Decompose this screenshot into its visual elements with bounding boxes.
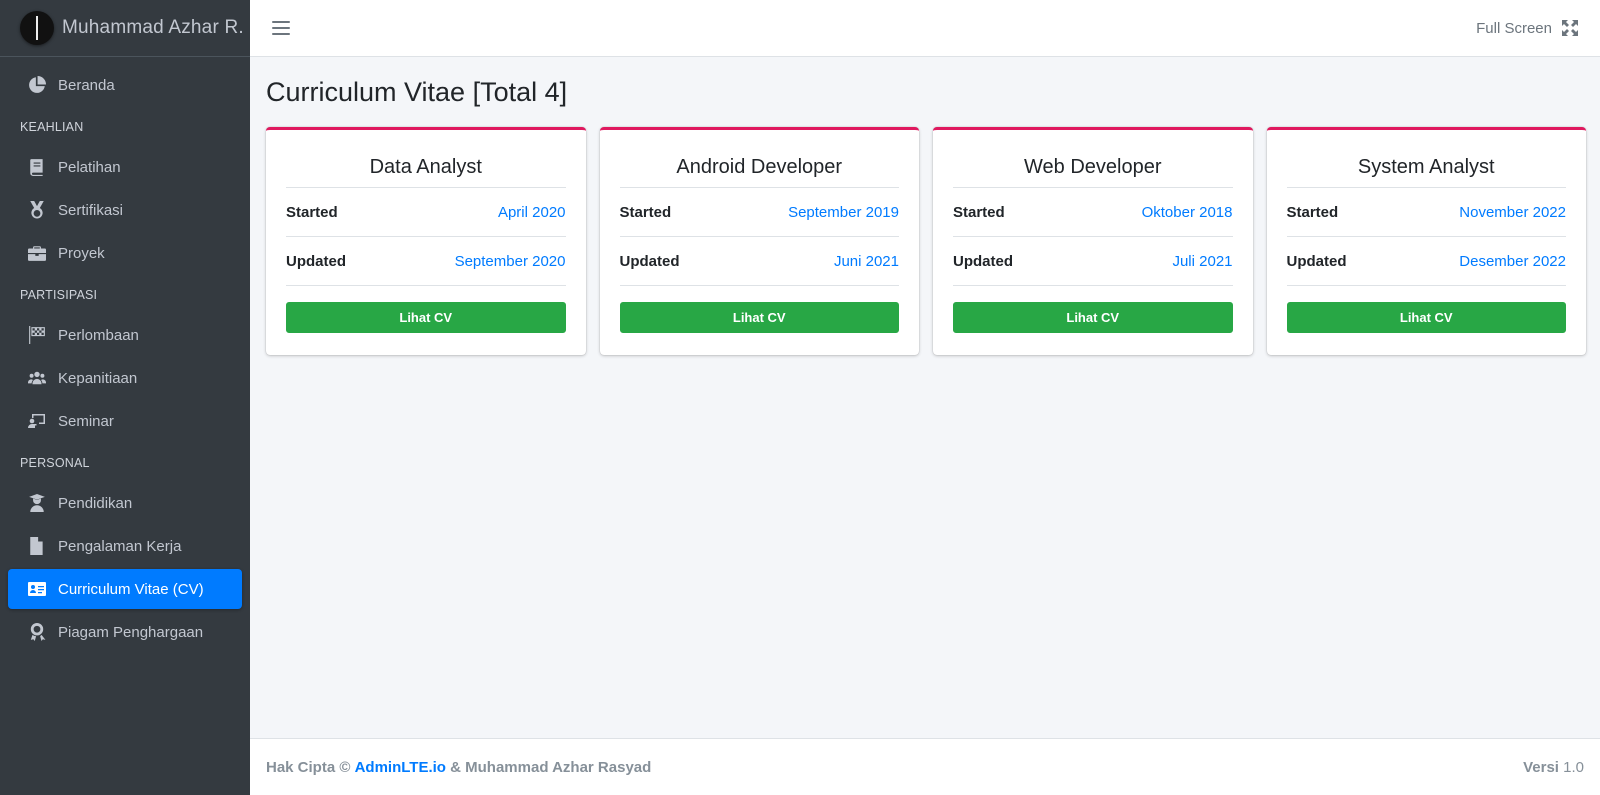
started-label: Started <box>953 203 1005 221</box>
cv-card-list: Data Analyst Started April 2020 Updated … <box>266 127 1586 355</box>
cv-card-title: Android Developer <box>619 130 899 188</box>
cv-card-title: Data Analyst <box>286 130 566 188</box>
nav-header-keahlian: KEAHLIAN <box>20 120 84 134</box>
expand-arrows-icon <box>1562 20 1578 36</box>
started-value: September 2019 <box>788 203 899 221</box>
book-icon <box>26 158 48 176</box>
user-graduate-icon <box>26 494 48 512</box>
updated-label: Updated <box>953 252 1013 270</box>
adminlte-link[interactable]: AdminLTE.io <box>355 759 446 776</box>
sidebar-item-label: Seminar <box>58 412 114 430</box>
version-info: Versi 1.0 <box>1523 759 1584 776</box>
sidebar-item-label: Curriculum Vitae (CV) <box>58 580 204 598</box>
sidebar-item-pendidikan[interactable]: Pendidikan <box>8 483 242 523</box>
sidebar-item-label: Proyek <box>58 244 105 262</box>
started-value: Oktober 2018 <box>1141 203 1233 221</box>
copyright-owner: & Muhammad Azhar Rasyad <box>450 758 652 776</box>
updated-value: September 2020 <box>454 252 566 270</box>
sidebar-item-label: Kepanitiaan <box>58 369 138 387</box>
brand-link[interactable]: Muhammad Azhar R. <box>0 0 250 57</box>
sidebar-item-beranda[interactable]: Beranda <box>8 65 242 105</box>
fullscreen-button[interactable]: Full Screen <box>1476 20 1578 37</box>
lihat-cv-button[interactable]: Lihat CV <box>619 302 899 333</box>
award-icon <box>26 623 48 641</box>
fullscreen-label: Full Screen <box>1476 19 1552 37</box>
footer: Hak Cipta © AdminLTE.io & Muhammad Azhar… <box>250 738 1600 795</box>
flag-checkered-icon <box>26 326 48 344</box>
sidebar-item-piagam[interactable]: Piagam Penghargaan <box>8 612 242 652</box>
version-number: 1.0 <box>1563 758 1584 776</box>
chart-pie-icon <box>26 76 48 94</box>
started-label: Started <box>286 203 338 221</box>
sidebar-item-proyek[interactable]: Proyek <box>8 233 242 273</box>
sidebar-item-perlombaan[interactable]: Perlombaan <box>8 315 242 355</box>
chalkboard-teacher-icon <box>26 412 48 430</box>
started-value: April 2020 <box>497 203 566 221</box>
sidebar-item-label: Beranda <box>58 76 115 94</box>
sidebar: Muhammad Azhar R. Beranda KEAHLIAN Pelat… <box>0 0 250 795</box>
cv-card-title: Web Developer <box>953 130 1233 188</box>
brand-name: Muhammad Azhar R. <box>62 17 244 38</box>
copyright-prefix: Hak Cipta © <box>266 758 351 776</box>
sidebar-item-label: Perlombaan <box>58 326 139 344</box>
updated-label: Updated <box>1286 252 1347 270</box>
updated-value: Juni 2021 <box>833 252 899 270</box>
lihat-cv-button[interactable]: Lihat CV <box>286 302 566 333</box>
page-title: Curriculum Vitae [Total 4] <box>266 77 568 107</box>
cv-card-title: System Analyst <box>1286 130 1566 188</box>
menu-toggle-icon[interactable] <box>272 21 290 35</box>
sidebar-item-pengalaman-kerja[interactable]: Pengalaman Kerja <box>8 526 242 566</box>
started-label: Started <box>619 203 672 221</box>
cv-card: Android Developer Started September 2019… <box>599 127 919 355</box>
updated-row: Updated Juni 2021 <box>619 237 899 286</box>
brand-logo <box>20 11 54 45</box>
started-row: Started November 2022 <box>1286 188 1566 237</box>
lihat-cv-button[interactable]: Lihat CV <box>1286 302 1566 333</box>
medal-icon <box>26 201 48 219</box>
nav-header-personal: PERSONAL <box>20 456 90 470</box>
sidebar-item-seminar[interactable]: Seminar <box>8 401 242 441</box>
updated-label: Updated <box>286 252 346 270</box>
nav-header-partisipasi: PARTISIPASI <box>20 288 98 302</box>
updated-row: Updated Desember 2022 <box>1286 237 1566 286</box>
sidebar-item-label: Pendidikan <box>58 494 133 512</box>
lihat-cv-button[interactable]: Lihat CV <box>953 302 1233 333</box>
updated-value: Juli 2021 <box>1172 252 1233 270</box>
updated-label: Updated <box>619 252 680 270</box>
top-navbar: Full Screen <box>250 0 1600 57</box>
copyright: Hak Cipta © AdminLTE.io & Muhammad Azhar… <box>266 759 651 776</box>
sidebar-item-sertifikasi[interactable]: Sertifikasi <box>8 190 242 230</box>
users-icon <box>26 369 48 387</box>
started-label: Started <box>1286 203 1339 221</box>
started-value: November 2022 <box>1459 203 1566 221</box>
started-row: Started Oktober 2018 <box>953 188 1233 237</box>
sidebar-item-curriculum-vitae[interactable]: Curriculum Vitae (CV) <box>8 569 242 609</box>
cv-card: Data Analyst Started April 2020 Updated … <box>266 127 586 355</box>
cv-card: Web Developer Started Oktober 2018 Updat… <box>933 127 1253 355</box>
main-content: Curriculum Vitae [Total 4] Data Analyst … <box>266 57 1586 355</box>
id-card-icon <box>26 580 48 598</box>
sidebar-item-kepanitiaan[interactable]: Kepanitiaan <box>8 358 242 398</box>
updated-value: Desember 2022 <box>1459 252 1566 270</box>
sidebar-nav: Beranda KEAHLIAN Pelatihan Sertifikasi P… <box>0 57 250 663</box>
updated-row: Updated September 2020 <box>286 237 566 286</box>
sidebar-item-label: Pengalaman Kerja <box>58 537 182 555</box>
updated-row: Updated Juli 2021 <box>953 237 1233 286</box>
sidebar-item-pelatihan[interactable]: Pelatihan <box>8 147 242 187</box>
started-row: Started September 2019 <box>619 188 899 237</box>
sidebar-item-label: Pelatihan <box>58 158 121 176</box>
cv-card: System Analyst Started November 2022 Upd… <box>1266 127 1586 355</box>
file-signature-icon <box>26 537 48 555</box>
sidebar-item-label: Piagam Penghargaan <box>58 623 204 641</box>
sidebar-item-label: Sertifikasi <box>58 201 124 219</box>
started-row: Started April 2020 <box>286 188 566 237</box>
briefcase-icon <box>26 244 48 262</box>
version-label: Versi <box>1523 758 1559 776</box>
